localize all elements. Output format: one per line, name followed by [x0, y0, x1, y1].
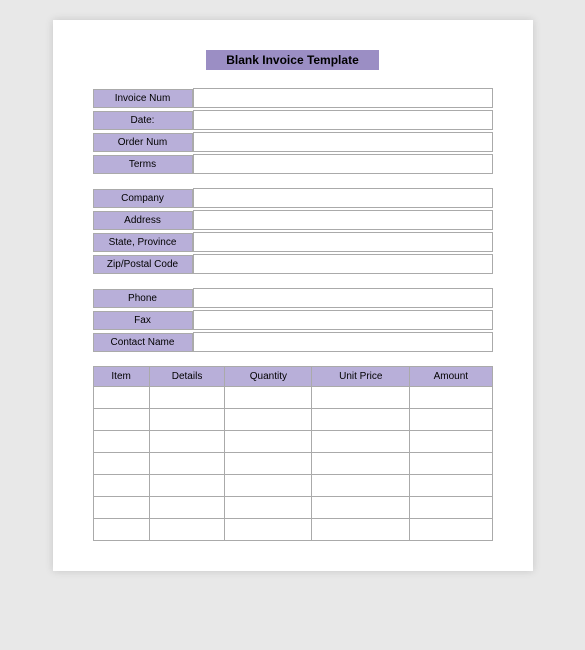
table-cell[interactable] — [225, 431, 312, 453]
form-row-address: Address — [93, 210, 493, 230]
table-cell[interactable] — [149, 475, 225, 497]
table-cell[interactable] — [312, 431, 410, 453]
form-row-fax: Fax — [93, 310, 493, 330]
table-cell[interactable] — [410, 497, 492, 519]
input-invoice-num[interactable] — [193, 88, 493, 108]
table-cell[interactable] — [93, 453, 149, 475]
input-order-num[interactable] — [193, 132, 493, 152]
table-cell[interactable] — [225, 453, 312, 475]
input-phone[interactable] — [193, 288, 493, 308]
table-cell[interactable] — [149, 453, 225, 475]
table-cell[interactable] — [149, 497, 225, 519]
table-row — [93, 409, 492, 431]
label-contact: Contact Name — [93, 333, 193, 352]
table-cell[interactable] — [410, 453, 492, 475]
form-row-state: State, Province — [93, 232, 493, 252]
form-row-date: Date: — [93, 110, 493, 130]
table-row — [93, 431, 492, 453]
table-cell[interactable] — [410, 409, 492, 431]
input-zip[interactable] — [193, 254, 493, 274]
table-cell[interactable] — [149, 431, 225, 453]
label-invoice-num: Invoice Num — [93, 89, 193, 108]
input-date[interactable] — [193, 110, 493, 130]
table-cell[interactable] — [93, 519, 149, 541]
table-cell[interactable] — [312, 387, 410, 409]
invoice-table: Item Details Quantity Unit Price Amount — [93, 366, 493, 541]
input-fax[interactable] — [193, 310, 493, 330]
invoice-page: Blank Invoice Template Invoice Num Date:… — [53, 20, 533, 571]
label-zip: Zip/Postal Code — [93, 255, 193, 274]
label-address: Address — [93, 211, 193, 230]
table-cell[interactable] — [93, 409, 149, 431]
form-row-phone: Phone — [93, 288, 493, 308]
table-cell[interactable] — [93, 475, 149, 497]
col-item: Item — [93, 367, 149, 387]
input-contact[interactable] — [193, 332, 493, 352]
address-section: Company Address State, Province Zip/Post… — [93, 188, 493, 274]
input-company[interactable] — [193, 188, 493, 208]
table-cell[interactable] — [149, 387, 225, 409]
info-section: Invoice Num Date: Order Num Terms — [93, 88, 493, 174]
table-cell[interactable] — [225, 519, 312, 541]
col-quantity: Quantity — [225, 367, 312, 387]
label-phone: Phone — [93, 289, 193, 308]
table-cell[interactable] — [312, 519, 410, 541]
invoice-title: Blank Invoice Template — [206, 50, 379, 70]
col-unit-price: Unit Price — [312, 367, 410, 387]
table-cell[interactable] — [225, 387, 312, 409]
title-section: Blank Invoice Template — [93, 50, 493, 70]
table-row — [93, 387, 492, 409]
table-cell[interactable] — [410, 475, 492, 497]
contact-section: Phone Fax Contact Name — [93, 288, 493, 352]
table-cell[interactable] — [225, 475, 312, 497]
table-row — [93, 497, 492, 519]
table-cell[interactable] — [93, 387, 149, 409]
form-row-order-num: Order Num — [93, 132, 493, 152]
table-cell[interactable] — [149, 519, 225, 541]
label-order-num: Order Num — [93, 133, 193, 152]
label-company: Company — [93, 189, 193, 208]
table-cell[interactable] — [225, 497, 312, 519]
table-cell[interactable] — [93, 431, 149, 453]
col-amount: Amount — [410, 367, 492, 387]
table-row — [93, 453, 492, 475]
form-row-contact: Contact Name — [93, 332, 493, 352]
form-row-company: Company — [93, 188, 493, 208]
table-header-row: Item Details Quantity Unit Price Amount — [93, 367, 492, 387]
label-state: State, Province — [93, 233, 193, 252]
table-cell[interactable] — [312, 453, 410, 475]
table-cell[interactable] — [149, 409, 225, 431]
form-row-zip: Zip/Postal Code — [93, 254, 493, 274]
label-terms: Terms — [93, 155, 193, 174]
table-cell[interactable] — [410, 519, 492, 541]
table-cell[interactable] — [410, 431, 492, 453]
table-cell[interactable] — [410, 387, 492, 409]
table-row — [93, 475, 492, 497]
label-date: Date: — [93, 111, 193, 130]
label-fax: Fax — [93, 311, 193, 330]
table-cell[interactable] — [312, 497, 410, 519]
table-cell[interactable] — [312, 409, 410, 431]
table-row — [93, 519, 492, 541]
col-details: Details — [149, 367, 225, 387]
table-cell[interactable] — [312, 475, 410, 497]
table-cell[interactable] — [93, 497, 149, 519]
form-row-invoice-num: Invoice Num — [93, 88, 493, 108]
input-terms[interactable] — [193, 154, 493, 174]
form-row-terms: Terms — [93, 154, 493, 174]
input-state[interactable] — [193, 232, 493, 252]
table-cell[interactable] — [225, 409, 312, 431]
input-address[interactable] — [193, 210, 493, 230]
